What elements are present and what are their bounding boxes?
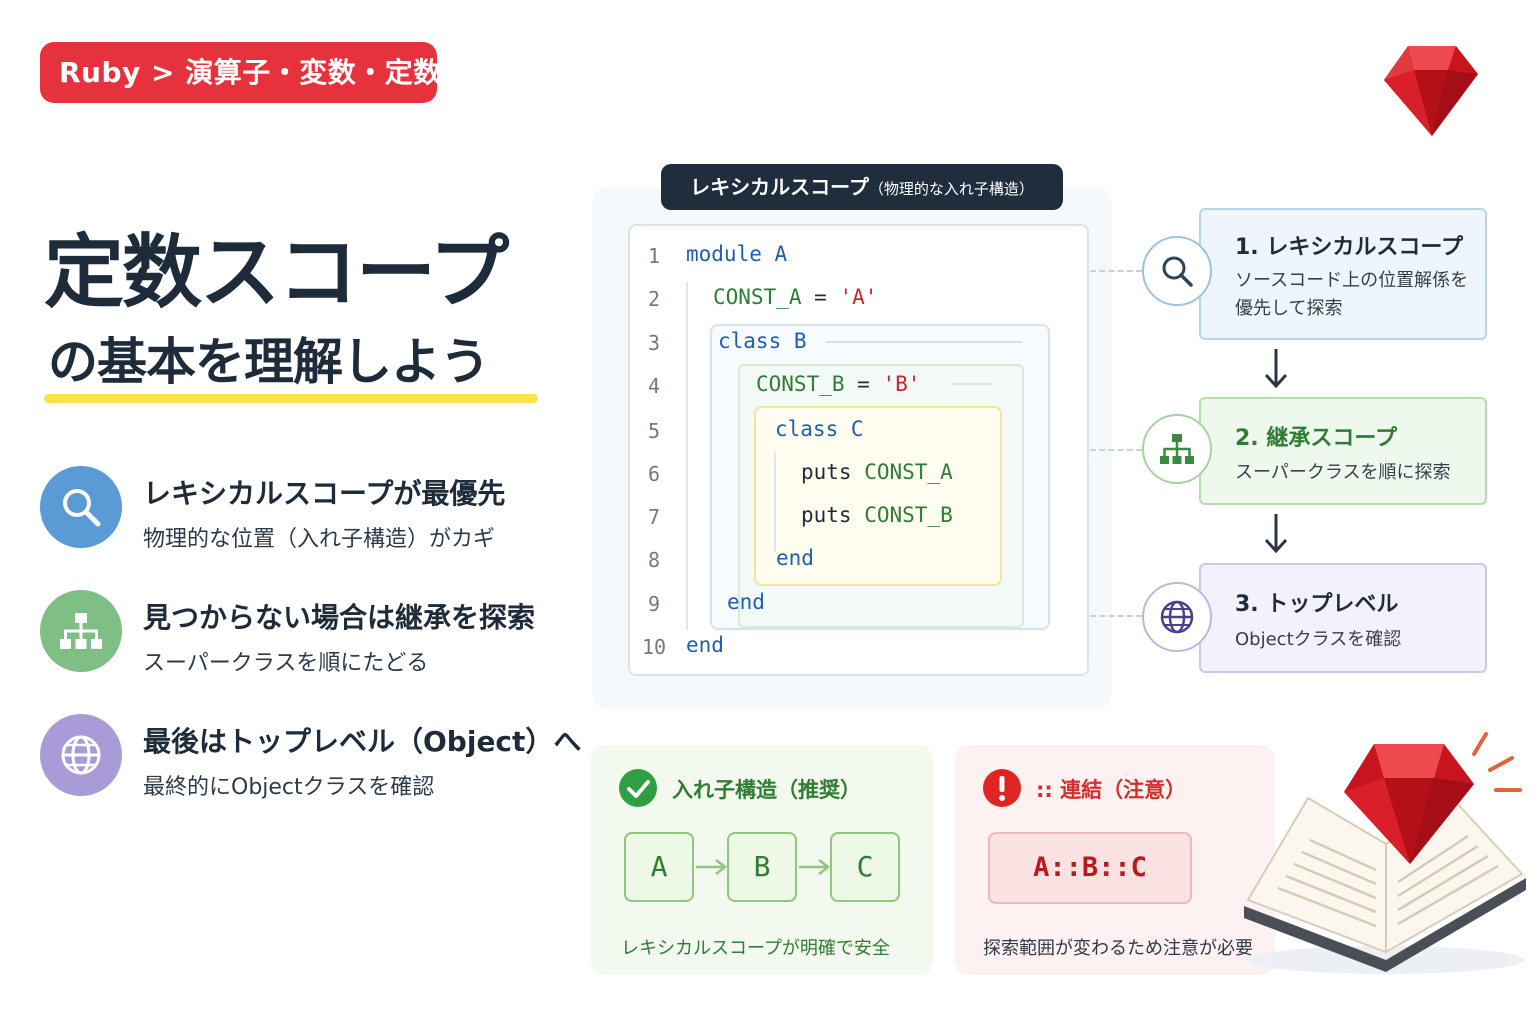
- line-number: 3: [647, 331, 661, 355]
- line-number: 7: [647, 505, 661, 529]
- step-title: 2. 継承スコープ: [1235, 426, 1398, 451]
- step-desc: スーパークラスを順に探索: [1235, 462, 1451, 483]
- exclamation-circle-icon: [983, 769, 1021, 807]
- feature-desc: スーパークラスを順にたどる: [143, 651, 429, 676]
- line-number: 6: [647, 462, 661, 486]
- scope-path: A::B::C: [988, 832, 1192, 904]
- feature-title: レキシカルスコープが最優先: [143, 477, 506, 510]
- page-title: 定数スコープ: [44, 226, 509, 319]
- code-panel-title: レキシカルスコープ（物理的な入れ子構造）: [661, 164, 1063, 210]
- arrow-down-icon: [1264, 349, 1288, 389]
- scope-node: A: [624, 832, 694, 902]
- line-number: 10: [641, 635, 667, 659]
- scope-node: B: [727, 832, 797, 902]
- scope-line: [826, 341, 1022, 343]
- arrow-down-icon: [1264, 514, 1288, 554]
- code-line: CONST_B = 'B': [756, 372, 921, 396]
- indent-guide: [774, 452, 776, 552]
- step-title: 1. レキシカルスコープ: [1235, 235, 1464, 260]
- line-number: 9: [647, 592, 661, 616]
- code-line: puts CONST_A: [801, 460, 953, 484]
- book-ruby-illustration: [1244, 732, 1526, 974]
- hierarchy-icon: [40, 590, 122, 672]
- line-number: 4: [647, 374, 661, 398]
- hierarchy-icon: [1142, 414, 1212, 484]
- code-line: end: [727, 590, 765, 614]
- scope-line: [952, 383, 992, 385]
- connector-line: [1090, 449, 1142, 451]
- line-number: 1: [647, 244, 661, 268]
- page-subtitle: の基本を理解しよう: [48, 333, 490, 391]
- feature-desc: 物理的な位置（入れ子構造）がカギ: [143, 527, 496, 552]
- caution-footer: 探索範囲が変わるため注意が必要: [983, 938, 1253, 959]
- code-line: class B: [718, 329, 807, 353]
- code-line: end: [686, 633, 724, 657]
- scope-node: C: [830, 832, 900, 902]
- globe-icon: [1142, 582, 1212, 652]
- line-number: 5: [647, 419, 661, 443]
- connector-line: [1090, 615, 1142, 617]
- step-title: 3. トップレベル: [1235, 592, 1399, 617]
- search-icon: [1142, 236, 1212, 306]
- code-line: end: [776, 546, 814, 570]
- search-icon: [40, 466, 122, 548]
- arrow-right-icon: [799, 859, 831, 875]
- caution-title: :: 連結（注意）: [1036, 778, 1187, 802]
- step-desc: Objectクラスを確認: [1235, 629, 1402, 650]
- arrow-right-icon: [696, 859, 728, 875]
- recommended-footer: レキシカルスコープが明確で安全: [621, 938, 890, 959]
- step-desc: 優先して探索: [1235, 298, 1343, 319]
- line-number: 8: [647, 548, 661, 572]
- line-number: 2: [647, 287, 661, 311]
- code-line: module A: [686, 242, 788, 266]
- title-underline: [44, 394, 538, 403]
- ruby-gem-icon: [1384, 46, 1478, 136]
- recommended-title: 入れ子構造（推奨）: [672, 778, 861, 802]
- code-line: puts CONST_B: [801, 503, 953, 527]
- breadcrumb[interactable]: Ruby > 演算子・変数・定数: [40, 42, 437, 103]
- feature-desc: 最終的にObjectクラスを確認: [143, 775, 435, 800]
- feature-title: 最後はトップレベル（Object）へ: [143, 725, 582, 758]
- connector-line: [1090, 270, 1142, 272]
- indent-guide: [686, 282, 688, 630]
- step-desc: ソースコード上の位置解係を: [1235, 270, 1469, 291]
- feature-title: 見つからない場合は継承を探索: [143, 601, 536, 634]
- code-line: class C: [775, 417, 864, 441]
- code-line: CONST_A = 'A': [713, 285, 878, 309]
- check-circle-icon: [619, 769, 657, 807]
- lookup-step-3: [1199, 563, 1487, 673]
- globe-icon: [40, 714, 122, 796]
